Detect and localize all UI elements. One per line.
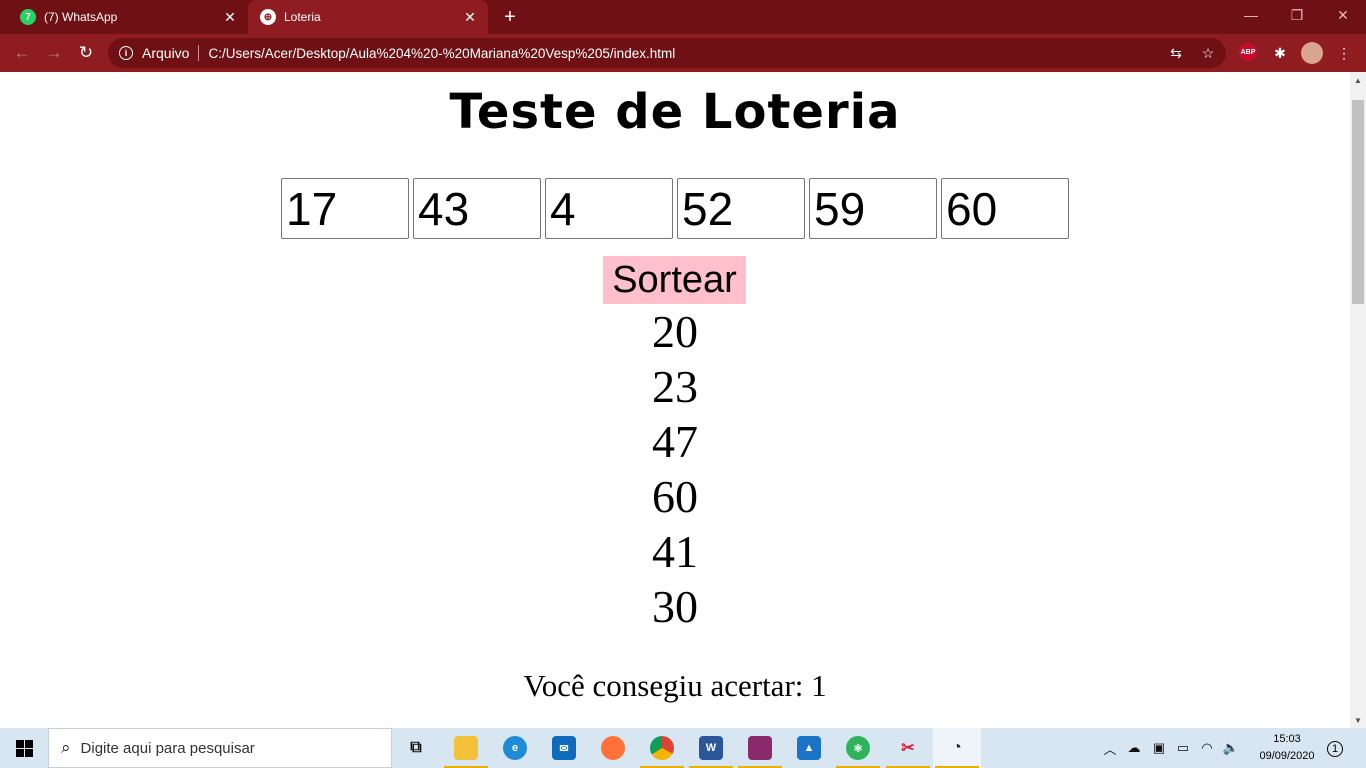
page-title: Teste de Loteria	[449, 84, 901, 140]
task-view-button[interactable]: ⧉	[392, 728, 440, 768]
chrome-icon	[650, 736, 674, 760]
task-view-icon: ⧉	[410, 739, 422, 756]
taskbar-snipping-tool[interactable]: ✂	[884, 728, 932, 768]
url-scheme-label: Arquivo	[142, 45, 190, 61]
scroll-up-icon[interactable]: ▲	[1350, 72, 1366, 88]
result-text: Você consegiu acertar: 1	[523, 668, 827, 703]
drawn-number: 30	[652, 581, 698, 632]
globe-icon: ⊕	[260, 9, 276, 25]
drawn-number: 41	[652, 526, 698, 577]
taskbar-atom[interactable]: ⚛	[834, 728, 882, 768]
forward-arrow-icon[interactable]: →	[40, 39, 68, 67]
whatsapp-icon: 7	[20, 9, 36, 25]
scrollbar-thumb[interactable]	[1352, 100, 1364, 304]
search-icon: ⌕	[61, 738, 71, 757]
number-input-4[interactable]	[677, 178, 805, 239]
atom-icon: ⚛	[846, 736, 870, 760]
system-clock[interactable]: 15:03 09/09/2020	[1254, 731, 1320, 765]
windows-logo-icon	[15, 739, 33, 757]
notification-count: 1	[1327, 741, 1343, 757]
taskbar-chrome[interactable]	[638, 728, 686, 768]
tab-whatsapp[interactable]: 7 (7) WhatsApp ✕	[8, 0, 248, 34]
firefox-icon	[601, 736, 625, 760]
app-icon: ◔	[952, 739, 962, 756]
volume-icon[interactable]: 🔈	[1221, 738, 1241, 758]
extensions-puzzle-icon[interactable]: ✱	[1270, 43, 1290, 63]
browser-toolbar: ← → ↻ i Arquivo C:/Users/Acer/Desktop/Au…	[0, 34, 1366, 72]
star-icon[interactable]: ☆	[1198, 43, 1218, 63]
tab-label: Loteria	[284, 10, 321, 24]
window-close-button[interactable]: ✕	[1320, 0, 1366, 30]
taskbar-active-app[interactable]: ◔	[933, 728, 981, 768]
reload-icon[interactable]: ↻	[72, 39, 100, 67]
new-tab-button[interactable]: +	[498, 5, 522, 29]
number-input-3[interactable]	[545, 178, 673, 239]
drawn-numbers-list: 20 23 47 60 41 30	[0, 304, 1350, 634]
drawn-number: 23	[652, 361, 698, 412]
edge-icon: e	[503, 736, 527, 760]
browser-title-bar: 7 (7) WhatsApp ✕ ⊕ Loteria ✕ + — ❐ ✕	[0, 0, 1366, 34]
device-icon[interactable]: ▣	[1149, 738, 1169, 758]
sortear-button[interactable]: Sortear	[603, 256, 746, 304]
taskbar-mail[interactable]: ✉	[540, 728, 588, 768]
clock-date: 09/09/2020	[1259, 750, 1315, 762]
taskbar-edge[interactable]: e	[491, 728, 539, 768]
clock-time: 15:03	[1273, 733, 1301, 745]
number-inputs	[281, 178, 1069, 239]
winrar-icon	[748, 736, 772, 760]
photos-icon: ▲	[797, 736, 821, 760]
vertical-scrollbar[interactable]: ▲ ▼	[1350, 72, 1366, 728]
cloud-icon[interactable]: ☁	[1124, 738, 1144, 758]
close-icon[interactable]: ✕	[220, 7, 240, 27]
address-bar[interactable]: i Arquivo C:/Users/Acer/Desktop/Aula%204…	[108, 38, 1226, 68]
close-icon[interactable]: ✕	[460, 7, 480, 27]
number-input-6[interactable]	[941, 178, 1069, 239]
battery-icon[interactable]: ▭	[1173, 738, 1193, 758]
folder-icon	[454, 736, 478, 760]
minimize-button[interactable]: —	[1228, 0, 1274, 30]
mail-icon: ✉	[552, 736, 576, 760]
search-placeholder: Digite aqui para pesquisar	[80, 739, 255, 757]
start-button[interactable]	[0, 728, 48, 768]
drawn-number: 60	[652, 471, 698, 522]
number-input-5[interactable]	[809, 178, 937, 239]
divider	[198, 45, 200, 61]
info-icon[interactable]: i	[119, 46, 133, 60]
taskbar-winrar[interactable]	[736, 728, 784, 768]
wifi-icon[interactable]: ◠	[1197, 738, 1217, 758]
taskbar-file-explorer[interactable]	[442, 728, 490, 768]
tab-label: (7) WhatsApp	[44, 10, 118, 24]
number-input-2[interactable]	[413, 178, 541, 239]
windows-taskbar: ⌕ Digite aqui para pesquisar ⧉ e ✉ W ▲ ⚛…	[0, 728, 1366, 768]
drawn-number: 20	[652, 306, 698, 357]
taskbar-firefox[interactable]	[589, 728, 637, 768]
translate-icon[interactable]: ⇆	[1166, 43, 1186, 63]
taskbar-search-box[interactable]: ⌕ Digite aqui para pesquisar	[48, 728, 392, 768]
taskbar-word[interactable]: W	[687, 728, 735, 768]
number-input-1[interactable]	[281, 178, 409, 239]
drawn-number: 47	[652, 416, 698, 467]
word-icon: W	[699, 736, 723, 760]
adblock-icon[interactable]: ABP	[1239, 43, 1257, 61]
restore-button[interactable]: ❐	[1274, 0, 1320, 30]
url-text[interactable]: C:/Users/Acer/Desktop/Aula%204%20-%20Mar…	[208, 46, 675, 61]
chevron-up-icon[interactable]: ︿	[1100, 738, 1120, 758]
page-content: Teste de Loteria Sortear 20 23 47 60 41 …	[0, 72, 1350, 728]
menu-icon[interactable]: ⋮	[1334, 43, 1354, 63]
scroll-down-icon[interactable]: ▼	[1350, 712, 1366, 728]
back-arrow-icon[interactable]: ←	[8, 39, 36, 67]
tab-loteria[interactable]: ⊕ Loteria ✕	[248, 0, 488, 34]
profile-avatar[interactable]	[1301, 42, 1323, 64]
notification-center-icon[interactable]: 1	[1320, 736, 1350, 762]
taskbar-photos[interactable]: ▲	[785, 728, 833, 768]
scissors-icon: ✂	[901, 740, 915, 757]
